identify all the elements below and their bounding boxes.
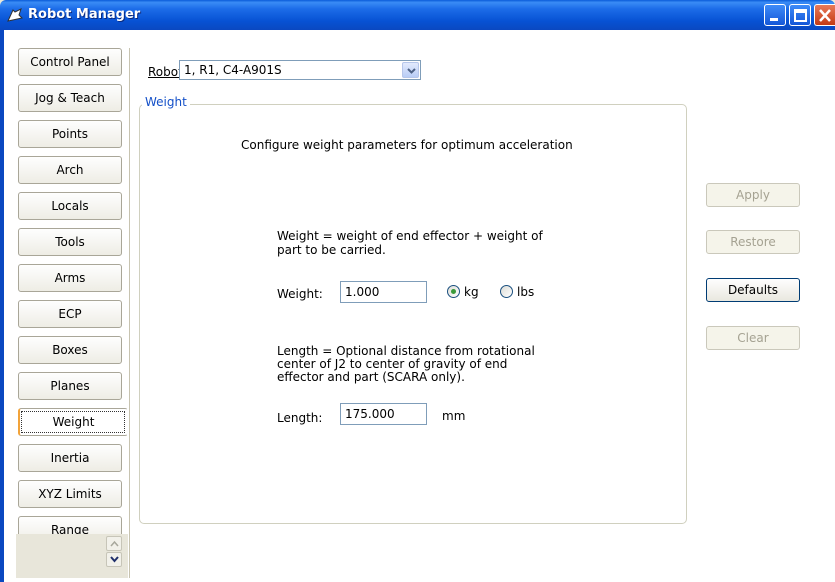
robot-select[interactable]: 1, R1, C4-A901S (179, 60, 421, 80)
tab-points[interactable]: Points (18, 120, 122, 148)
defaults-button[interactable]: Defaults (706, 278, 800, 302)
tab-control-panel[interactable]: Control Panel (18, 48, 122, 76)
lbs-radio[interactable] (500, 285, 513, 298)
kg-radio[interactable] (447, 285, 460, 298)
tab-locals[interactable]: Locals (18, 192, 122, 220)
length-unit: mm (442, 409, 466, 423)
kg-label: kg (464, 285, 479, 299)
weight-label: Weight: (277, 287, 323, 301)
length-input[interactable]: 175.000 (340, 403, 427, 425)
side-tab-strip: Control Panel Jog & Teach Points Arch Lo… (16, 48, 130, 578)
length-input-value: 175.000 (345, 407, 395, 421)
tab-xyz-limits[interactable]: XYZ Limits (18, 480, 122, 508)
dropdown-arrow-icon[interactable] (402, 62, 419, 78)
tab-boxes[interactable]: Boxes (18, 336, 122, 364)
tab-planes[interactable]: Planes (18, 372, 122, 400)
tab-arch[interactable]: Arch (18, 156, 122, 184)
tab-inertia[interactable]: Inertia (18, 444, 122, 472)
weight-description: Configure weight parameters for optimum … (241, 138, 573, 152)
restore-button[interactable]: Restore (706, 230, 800, 254)
scroll-down-button[interactable] (106, 552, 122, 567)
tab-jog-teach[interactable]: Jog & Teach (18, 84, 122, 112)
weight-help-line-1: Weight = weight of end effector + weight… (277, 229, 543, 243)
tab-ecp[interactable]: ECP (18, 300, 122, 328)
scroll-up-button[interactable] (106, 536, 122, 551)
weight-help-line-2: part to be carried. (277, 243, 386, 257)
length-help-line-2: center of J2 to center of gravity of end (277, 357, 508, 371)
tab-scroll-area (16, 534, 128, 578)
tab-arms[interactable]: Arms (18, 264, 122, 292)
weight-panel: Robot: 1, R1, C4-A901S Weight Configure … (129, 48, 819, 578)
title-bar: Robot Manager (0, 0, 835, 30)
tab-tools[interactable]: Tools (18, 228, 122, 256)
robot-select-value: 1, R1, C4-A901S (184, 63, 282, 77)
group-title: Weight (142, 95, 190, 109)
clear-button[interactable]: Clear (706, 326, 800, 350)
weight-input-value: 1.000 (345, 285, 380, 299)
maximize-button[interactable] (789, 4, 811, 26)
lbs-label: lbs (517, 285, 535, 299)
close-button[interactable] (814, 4, 835, 26)
weight-input[interactable]: 1.000 (340, 281, 427, 303)
length-label: Length: (277, 411, 323, 425)
weight-groupbox (139, 104, 687, 524)
length-help-line-1: Length = Optional distance from rotation… (277, 344, 535, 358)
robot-app-icon (6, 6, 24, 24)
minimize-button[interactable] (764, 4, 786, 26)
tab-weight[interactable]: Weight (18, 408, 128, 436)
window-title: Robot Manager (28, 7, 141, 22)
length-help-line-3: effector and part (SCARA only). (277, 370, 465, 384)
apply-button[interactable]: Apply (706, 183, 800, 207)
